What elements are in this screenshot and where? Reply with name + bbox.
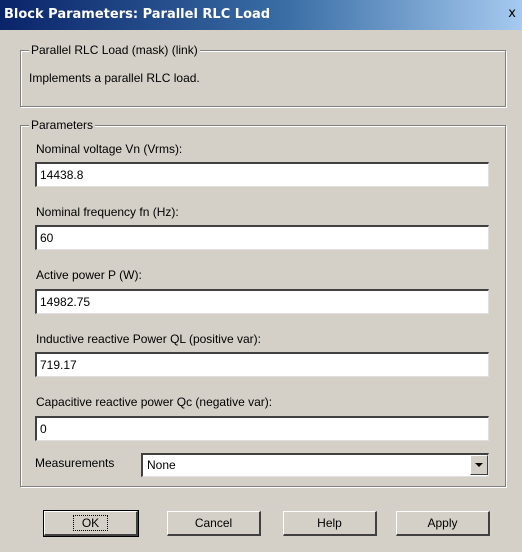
- measurements-dropdown[interactable]: None: [141, 453, 489, 477]
- inductive-reactive-power-label: Inductive reactive Power QL (positive va…: [36, 332, 261, 346]
- dropdown-arrow-button[interactable]: [470, 455, 488, 475]
- nominal-voltage-field[interactable]: [35, 162, 489, 187]
- ok-button[interactable]: OK: [43, 510, 139, 537]
- window-title: Block Parameters: Parallel RLC Load: [4, 7, 271, 22]
- capacitive-reactive-power-label: Capacitive reactive power Qc (negative v…: [36, 395, 273, 409]
- apply-button[interactable]: Apply: [396, 511, 490, 536]
- parameters-group: Parameters Nominal voltage Vn (Vrms): No…: [20, 118, 506, 487]
- description-group: Parallel RLC Load (mask) (link) Implemen…: [20, 43, 506, 107]
- ok-button-label: OK: [72, 515, 109, 531]
- nominal-voltage-label: Nominal voltage Vn (Vrms):: [36, 142, 183, 156]
- active-power-field[interactable]: [35, 289, 489, 314]
- capacitive-reactive-power-field[interactable]: [35, 416, 489, 441]
- measurements-selected-value: None: [147, 458, 176, 472]
- title-bar[interactable]: Block Parameters: Parallel RLC Load x: [0, 0, 522, 30]
- close-icon[interactable]: x: [508, 6, 516, 21]
- help-button[interactable]: Help: [283, 511, 377, 536]
- measurements-label: Measurements: [35, 456, 115, 470]
- chevron-down-icon: [475, 463, 483, 467]
- active-power-label: Active power P (W):: [36, 268, 142, 282]
- inductive-reactive-power-field[interactable]: [35, 352, 489, 377]
- dialog-window: Block Parameters: Parallel RLC Load x Pa…: [0, 0, 522, 552]
- description-text: Implements a parallel RLC load.: [29, 71, 200, 85]
- description-group-label: Parallel RLC Load (mask) (link): [29, 43, 200, 57]
- nominal-frequency-label: Nominal frequency fn (Hz):: [36, 205, 179, 219]
- parameters-group-label: Parameters: [29, 118, 96, 132]
- cancel-button[interactable]: Cancel: [167, 511, 261, 536]
- nominal-frequency-field[interactable]: [35, 225, 489, 250]
